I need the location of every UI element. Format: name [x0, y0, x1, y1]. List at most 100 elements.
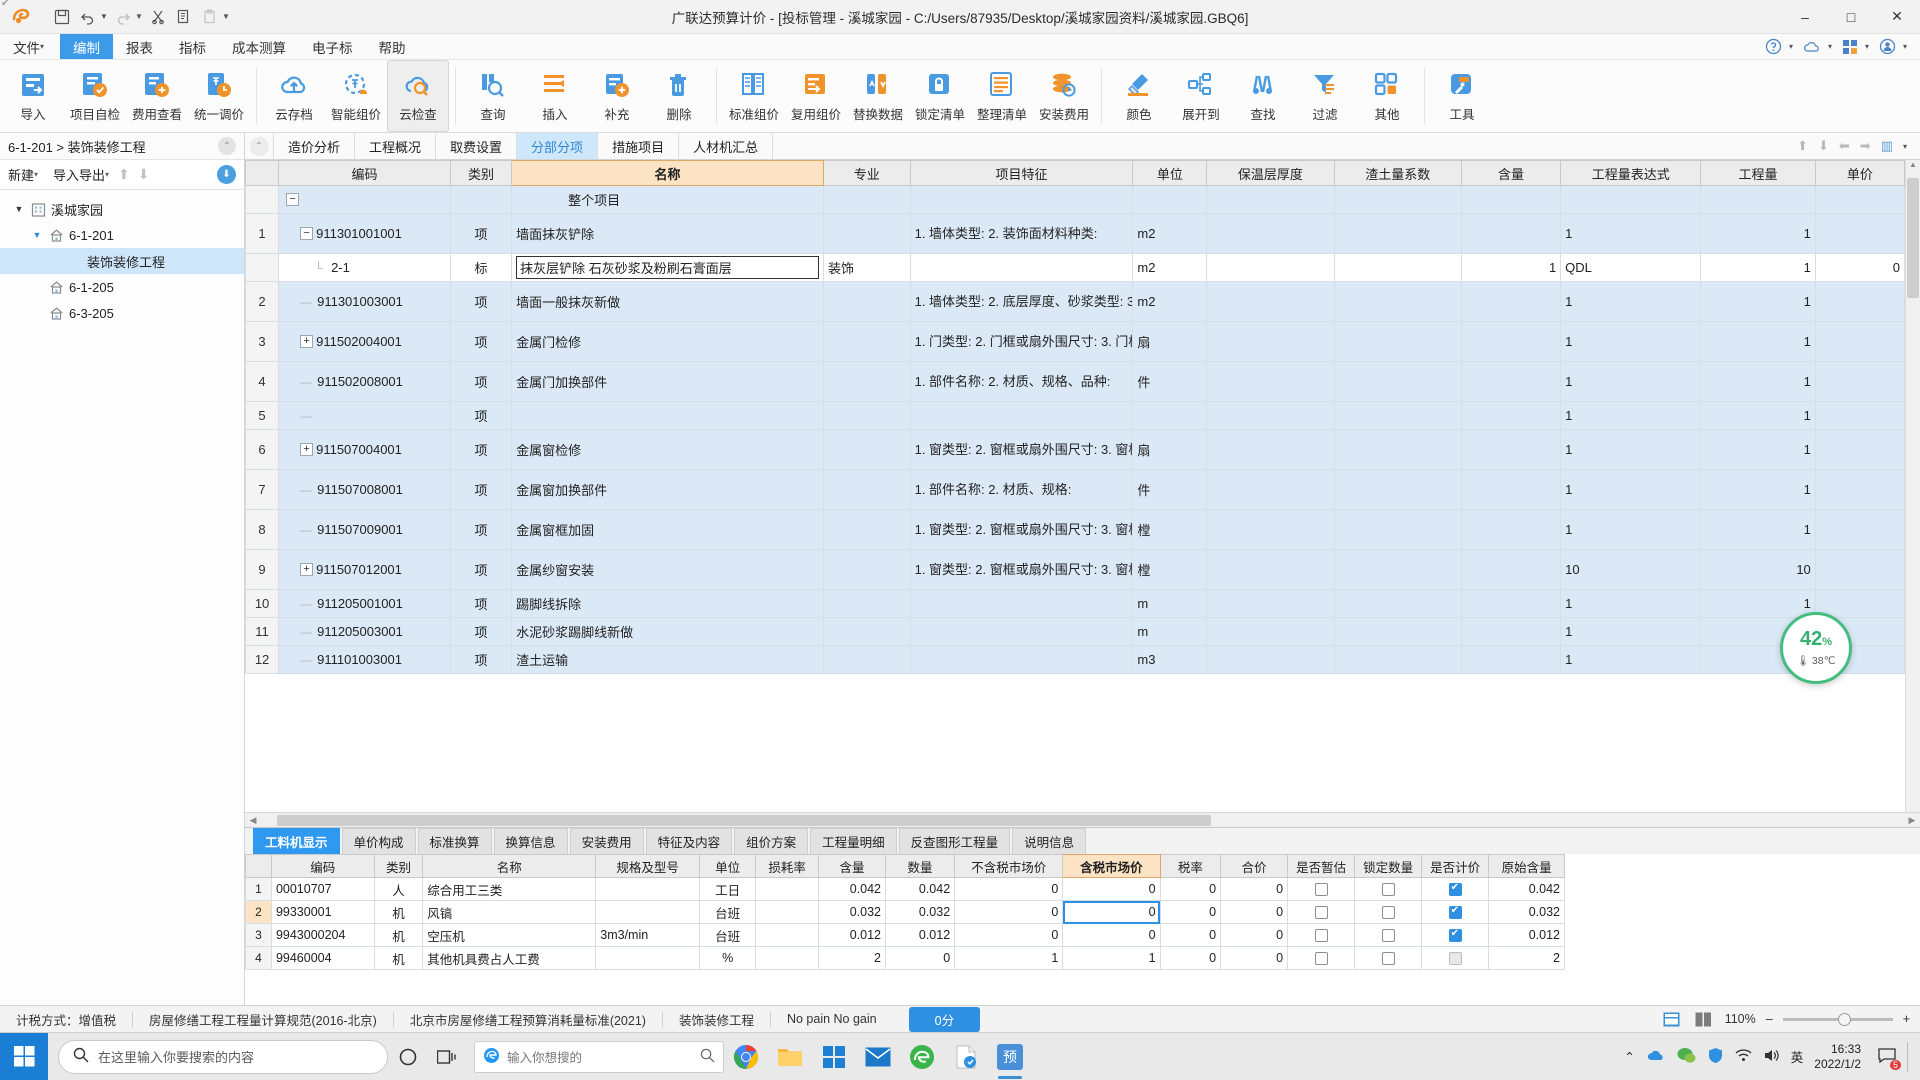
ribbon-button-fee-view[interactable]: 费用查看 [126, 60, 188, 132]
detail-cell-price-incl-tax[interactable]: 0 [1062, 877, 1161, 901]
cell-name[interactable]: 渣土运输 [511, 645, 825, 674]
ribbon-button-filter[interactable]: 过滤 [1294, 60, 1356, 132]
cell-unit[interactable]: 扇 [1132, 321, 1208, 362]
table-row[interactable]: 6 +911507004001 项金属窗检修 1. 窗类型: 2. 窗框或扇外围尺寸:… [245, 429, 1905, 470]
cell-slag[interactable] [1333, 429, 1462, 470]
detail-cell-is-estimated[interactable] [1287, 900, 1356, 924]
cell-profession[interactable] [823, 213, 911, 254]
close-button[interactable]: ✕ [1874, 0, 1920, 34]
ribbon-button-find[interactable]: 查找 [1232, 60, 1294, 132]
table-row[interactable]: 1−911301001001 项墙面抹灰铲除 1. 墙体类型: 2. 装饰面材料种类… [245, 213, 1905, 254]
cut-icon[interactable] [146, 5, 170, 29]
column-header-3[interactable]: 名称 [511, 160, 825, 186]
cell-thickness[interactable] [1206, 321, 1335, 362]
cell-profession[interactable] [823, 361, 911, 402]
cell-slag[interactable] [1333, 321, 1462, 362]
detail-cell-name[interactable]: 风镐 [422, 900, 597, 924]
cell-expression[interactable] [1560, 185, 1702, 214]
scroll-right-arrow-icon[interactable]: ▶ [1904, 815, 1920, 826]
column-header-7[interactable]: 保温层厚度 [1206, 160, 1335, 186]
ribbon-button-delete[interactable]: 删除 [648, 60, 710, 132]
tab-1[interactable]: 工程概况 [354, 133, 437, 159]
cell-price[interactable] [1814, 401, 1905, 430]
horizontal-scroll-track[interactable] [277, 814, 1888, 826]
table-row[interactable]: 299330001机风镐台班0.0320.03200000.032 [245, 900, 1565, 924]
cell-feature[interactable]: 1. 窗类型: 2. 窗框或扇外围尺寸: 3. 窗框、扇材质: [909, 509, 1134, 550]
cell-expression[interactable]: 1 [1560, 429, 1702, 470]
detail-cell-content[interactable]: 2 [817, 946, 886, 970]
cell-content[interactable] [1460, 549, 1562, 590]
cell-expression[interactable]: QDL [1560, 253, 1702, 282]
cell-feature[interactable] [909, 645, 1134, 674]
detail-cell-lock-quantity[interactable] [1354, 923, 1423, 947]
table-row[interactable]: 12—911101003001项渣土运输m311 [245, 645, 1905, 674]
ribbon-button-reuse-price[interactable]: 复用组价 [785, 60, 847, 132]
pdf-icon[interactable] [944, 1033, 988, 1080]
detail-cell-is-estimated[interactable] [1287, 946, 1356, 970]
cell-thickness[interactable] [1206, 645, 1335, 674]
cell-price[interactable] [1814, 429, 1905, 470]
menu-item-compile[interactable]: 编制 [60, 34, 113, 59]
checkbox[interactable] [1314, 883, 1328, 897]
cell-content[interactable] [1460, 321, 1562, 362]
cell-unit[interactable]: 樘 [1132, 509, 1208, 550]
cell-thickness[interactable] [1206, 281, 1335, 322]
cell-category[interactable]: 项 [449, 401, 513, 430]
cell-category[interactable]: 项 [449, 617, 513, 646]
column-header-2[interactable]: 类别 [449, 160, 513, 186]
detail-cell-lock-quantity[interactable] [1354, 946, 1423, 970]
cell-unit[interactable]: m [1132, 617, 1208, 646]
cell-name[interactable]: 整个项目 [511, 185, 825, 214]
cell-unit[interactable]: m [1132, 589, 1208, 618]
cell-expression[interactable]: 1 [1560, 213, 1702, 254]
cell-category[interactable]: 标 [449, 253, 513, 282]
cell-profession[interactable] [823, 185, 911, 214]
ribbon-button-supplement[interactable]: 补充 [586, 60, 648, 132]
minimize-button[interactable]: – [1782, 0, 1828, 34]
detail-cell-is-priced[interactable] [1421, 900, 1490, 924]
glodon-icon[interactable]: 预 [988, 1033, 1032, 1080]
detail-cell-price-incl-tax[interactable]: 1 [1062, 946, 1161, 970]
cell-name[interactable]: 金属窗加换部件 [511, 469, 825, 510]
detail-tab-3[interactable]: 换算信息 [493, 828, 568, 854]
chevron-up-icon[interactable]: ⌃ [249, 136, 269, 156]
arrow-right-icon[interactable]: ➡ [1860, 138, 1871, 154]
cell-expression[interactable]: 1 [1560, 361, 1702, 402]
column-header-12[interactable]: 单价 [1814, 160, 1905, 186]
cell-content[interactable] [1460, 645, 1562, 674]
detail-grid[interactable]: 编码 类别 名称 规格及型号 单位 损耗率 含量 数量 不含税市场价 含税市场价 税率 合价 是否暂估锁… [245, 854, 1920, 1005]
detail-column-header-12[interactable]: 合价 [1220, 854, 1289, 878]
cell-profession[interactable]: 装饰 [823, 253, 911, 282]
detail-cell-total[interactable]: 0 [1220, 923, 1289, 947]
column-header-5[interactable]: 项目特征 [909, 160, 1134, 186]
cell-thickness[interactable] [1206, 429, 1335, 470]
detail-cell-is-priced[interactable] [1421, 877, 1490, 901]
cell-content[interactable] [1460, 213, 1562, 254]
copy-icon[interactable] [172, 5, 196, 29]
cell-feature[interactable] [909, 589, 1134, 618]
ribbon-button-expand-to[interactable]: 展开到 [1170, 60, 1232, 132]
cell-unit[interactable]: 件 [1132, 361, 1208, 402]
detail-cell-quantity[interactable]: 0.032 [884, 900, 956, 924]
detail-tab-9[interactable]: 说明信息 [1012, 828, 1087, 854]
cell-code[interactable]: — 911502008001 [278, 361, 451, 402]
detail-column-header-0[interactable] [245, 854, 272, 878]
detail-cell-quantity[interactable]: 0 [884, 946, 956, 970]
cell-name[interactable]: 墙面一般抹灰新做 [511, 281, 825, 322]
zoom-out-button[interactable]: – [1766, 1012, 1773, 1026]
detail-cell-name[interactable]: 空压机 [422, 923, 597, 947]
ribbon-button-cloud-check[interactable]: 云检查 [387, 60, 449, 132]
detail-cell-code[interactable]: 9943000204 [270, 923, 375, 947]
cell-content[interactable]: 1 [1460, 253, 1562, 282]
detail-cell-content[interactable]: 0.012 [817, 923, 886, 947]
download-icon[interactable]: ⬇ [217, 165, 236, 184]
cell-profession[interactable] [823, 401, 911, 430]
ribbon-button-query[interactable]: 查询 [462, 60, 524, 132]
cell-slag[interactable] [1333, 185, 1462, 214]
detail-column-header-16[interactable]: 原始含量 [1488, 854, 1565, 878]
cell-price[interactable] [1814, 589, 1905, 618]
cell-quantity[interactable]: 1 [1700, 321, 1816, 362]
weather-widget[interactable]: 42% 🌡 38℃ [1780, 612, 1852, 684]
detail-cell-category[interactable]: 机 [373, 923, 424, 947]
detail-tab-4[interactable]: 安装费用 [569, 828, 644, 854]
